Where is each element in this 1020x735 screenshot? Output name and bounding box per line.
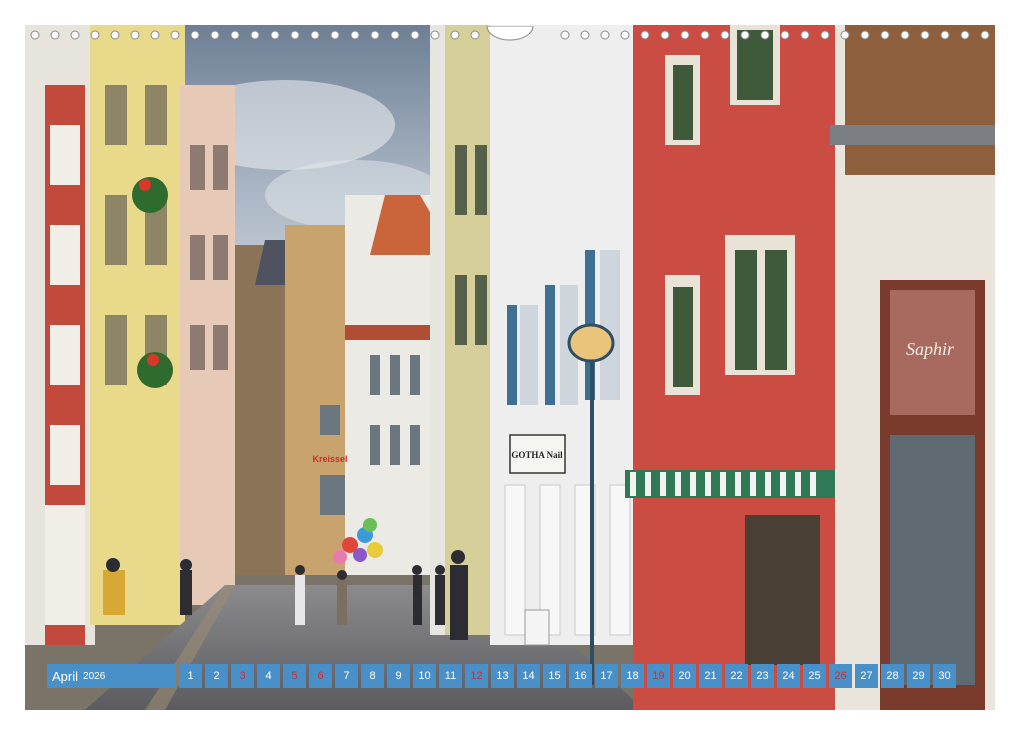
calendar-day: 6 — [309, 664, 332, 688]
calendar-month: April 2026 — [47, 664, 176, 688]
calendar-day: 16 — [569, 664, 592, 688]
street-lamp — [590, 355, 594, 685]
calendar-day: 10 — [413, 664, 436, 688]
calendar-strip: April 2026 1 2 3 4 5 6 7 8 9 10 11 12 13 14 15 16 17 18 19… — [47, 664, 956, 688]
calendar-day: 17 — [595, 664, 618, 688]
calendar-day: 26 — [829, 664, 852, 688]
calendar-day: 15 — [543, 664, 566, 688]
calendar-day: 9 — [387, 664, 410, 688]
calendar-day: 5 — [283, 664, 306, 688]
calendar-day: 20 — [673, 664, 696, 688]
calendar-day: 29 — [907, 664, 930, 688]
calendar-day: 2 — [205, 664, 228, 688]
calendar-days: 1 2 3 4 5 6 7 8 9 10 11 12 13 14 15 16 17 18 19 20 21 22 23 24 2… — [179, 664, 956, 688]
calendar-day: 14 — [517, 664, 540, 688]
red-sign-text: Kreissel — [312, 454, 347, 464]
calendar-day: 8 — [361, 664, 384, 688]
calendar-day: 18 — [621, 664, 644, 688]
calendar-day: 3 — [231, 664, 254, 688]
calendar-day: 22 — [725, 664, 748, 688]
calendar-day: 12 — [465, 664, 488, 688]
month-label: April — [52, 668, 79, 684]
calendar-day: 1 — [179, 664, 202, 688]
bench — [524, 609, 550, 646]
calendar-day: 30 — [933, 664, 956, 688]
calendar-day: 4 — [257, 664, 280, 688]
calendar-day: 27 — [855, 664, 878, 688]
calendar-photo: GOTHA Nail Saphir Kreissel — [25, 25, 995, 710]
building-left-yellow — [90, 25, 185, 625]
shop-awning — [625, 470, 835, 498]
calendar-day: 19 — [647, 664, 670, 688]
street-scene: GOTHA Nail Saphir Kreissel — [25, 25, 995, 710]
calendar-day: 28 — [881, 664, 904, 688]
calendar-day: 13 — [491, 664, 514, 688]
calendar-day: 24 — [777, 664, 800, 688]
calendar-day: 7 — [335, 664, 358, 688]
year-label: 2026 — [83, 670, 106, 682]
shop-sign-text: GOTHA Nail — [511, 450, 563, 460]
calendar-day: 23 — [751, 664, 774, 688]
store-sign-text: Saphir — [906, 339, 955, 359]
calendar-day: 11 — [439, 664, 462, 688]
calendar-day: 21 — [699, 664, 722, 688]
calendar-day: 25 — [803, 664, 826, 688]
